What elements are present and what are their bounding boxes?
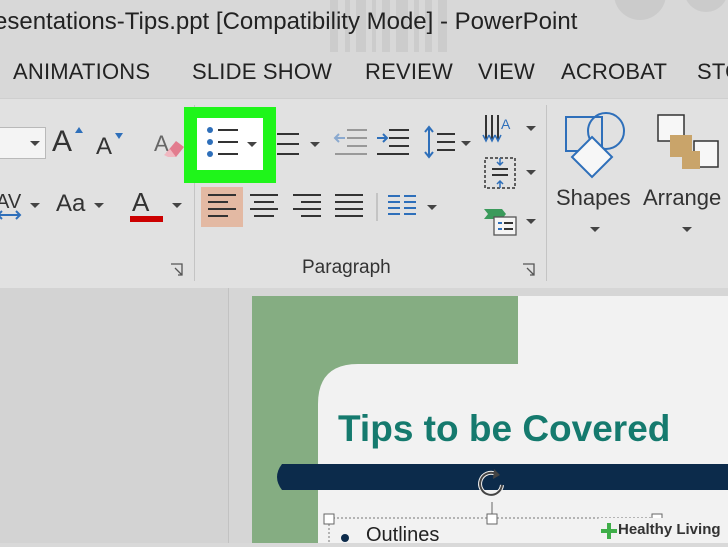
dialog-launcher-icon[interactable] (170, 263, 184, 277)
watermark: Healthy Living (596, 518, 728, 543)
tab-acrobat[interactable]: ACROBAT (561, 59, 667, 85)
tab-animations[interactable]: ANIMATIONS (13, 59, 150, 85)
clear-formatting-button[interactable]: A (154, 127, 188, 159)
tab-slide-show[interactable]: SLIDE SHOW (192, 59, 332, 85)
chevron-down-icon (427, 205, 437, 210)
columns-button[interactable] (376, 187, 438, 227)
shapes-button[interactable]: Shapes (552, 107, 640, 247)
grow-font-icon (75, 127, 83, 133)
grow-font-button[interactable]: A (52, 123, 92, 163)
align-left-button[interactable] (201, 187, 243, 227)
ribbon-tabs: ANIMATIONS SLIDE SHOW REVIEW VIEW ACROBA… (0, 52, 728, 98)
window-title: esentations-Tips.ppt [Compatibility Mode… (0, 8, 578, 35)
arrange-icon (657, 114, 719, 169)
justify-icon[interactable] (333, 187, 365, 227)
title-bar: esentations-Tips.ppt [Compatibility Mode… (0, 0, 728, 52)
paragraph-group-label: Paragraph (302, 257, 391, 278)
bullets-button[interactable] (197, 118, 263, 170)
dialog-launcher-icon[interactable] (522, 263, 536, 277)
font-size-box[interactable] (0, 127, 46, 159)
watermark-text: Healthy Living (618, 521, 721, 538)
decrease-indent-icon[interactable] (333, 125, 369, 159)
eraser-icon: A (154, 131, 184, 157)
arrange-label: Arrange (643, 185, 722, 210)
chevron-down-icon (682, 227, 692, 232)
shapes-label: Shapes (556, 185, 631, 210)
numbering-button[interactable] (277, 127, 323, 161)
resize-handle[interactable] (323, 513, 335, 525)
shrink-font-icon (115, 133, 123, 139)
font-color-button[interactable]: A (128, 185, 188, 225)
increase-indent-icon[interactable] (375, 125, 411, 159)
change-case-label: Aa (56, 190, 86, 217)
ribbon: A A A AV Aa A A Paragraph Shapes Arrange (0, 98, 728, 290)
shapes-icon (565, 112, 625, 179)
group-separator (546, 105, 547, 281)
chevron-down-icon (590, 227, 600, 232)
resize-handle[interactable] (486, 513, 498, 525)
shrink-font-button[interactable]: A (96, 129, 130, 163)
line-spacing-button[interactable] (421, 123, 473, 161)
font-color-label: A (132, 187, 150, 217)
convert-to-smartart-button[interactable] (482, 203, 538, 239)
chevron-down-icon (526, 126, 536, 131)
font-color-bar (130, 216, 163, 222)
chevron-down-icon (526, 219, 536, 224)
align-left-icon (208, 194, 236, 217)
slide-bullet-item[interactable]: Outlines (366, 524, 439, 547)
tab-view[interactable]: VIEW (478, 59, 535, 85)
character-spacing-button[interactable]: AV (0, 187, 44, 221)
arrange-button[interactable]: Arrange (642, 107, 728, 247)
chevron-down-icon (172, 203, 182, 208)
chevron-down-icon (310, 142, 320, 147)
chevron-down-icon (526, 170, 536, 175)
chevron-down-icon (94, 203, 104, 208)
tab-storyboarding[interactable]: STO (697, 59, 728, 85)
align-center-icon[interactable] (248, 187, 280, 227)
align-right-icon[interactable] (291, 187, 323, 227)
change-case-button[interactable]: Aa (54, 187, 106, 221)
text-direction-button[interactable]: A (482, 111, 538, 147)
tab-review[interactable]: REVIEW (365, 59, 453, 85)
plus-logo-icon (601, 523, 617, 539)
slide-content-panel (318, 364, 728, 543)
chevron-down-icon (30, 203, 40, 208)
svg-text:A: A (501, 116, 511, 132)
chevron-down-icon (461, 141, 471, 146)
bullet-dot (341, 534, 349, 542)
slide-title[interactable]: Tips to be Covered (338, 408, 670, 450)
chevron-down-icon (247, 142, 257, 147)
align-text-button[interactable] (482, 155, 538, 191)
chevron-down-icon (30, 141, 40, 146)
